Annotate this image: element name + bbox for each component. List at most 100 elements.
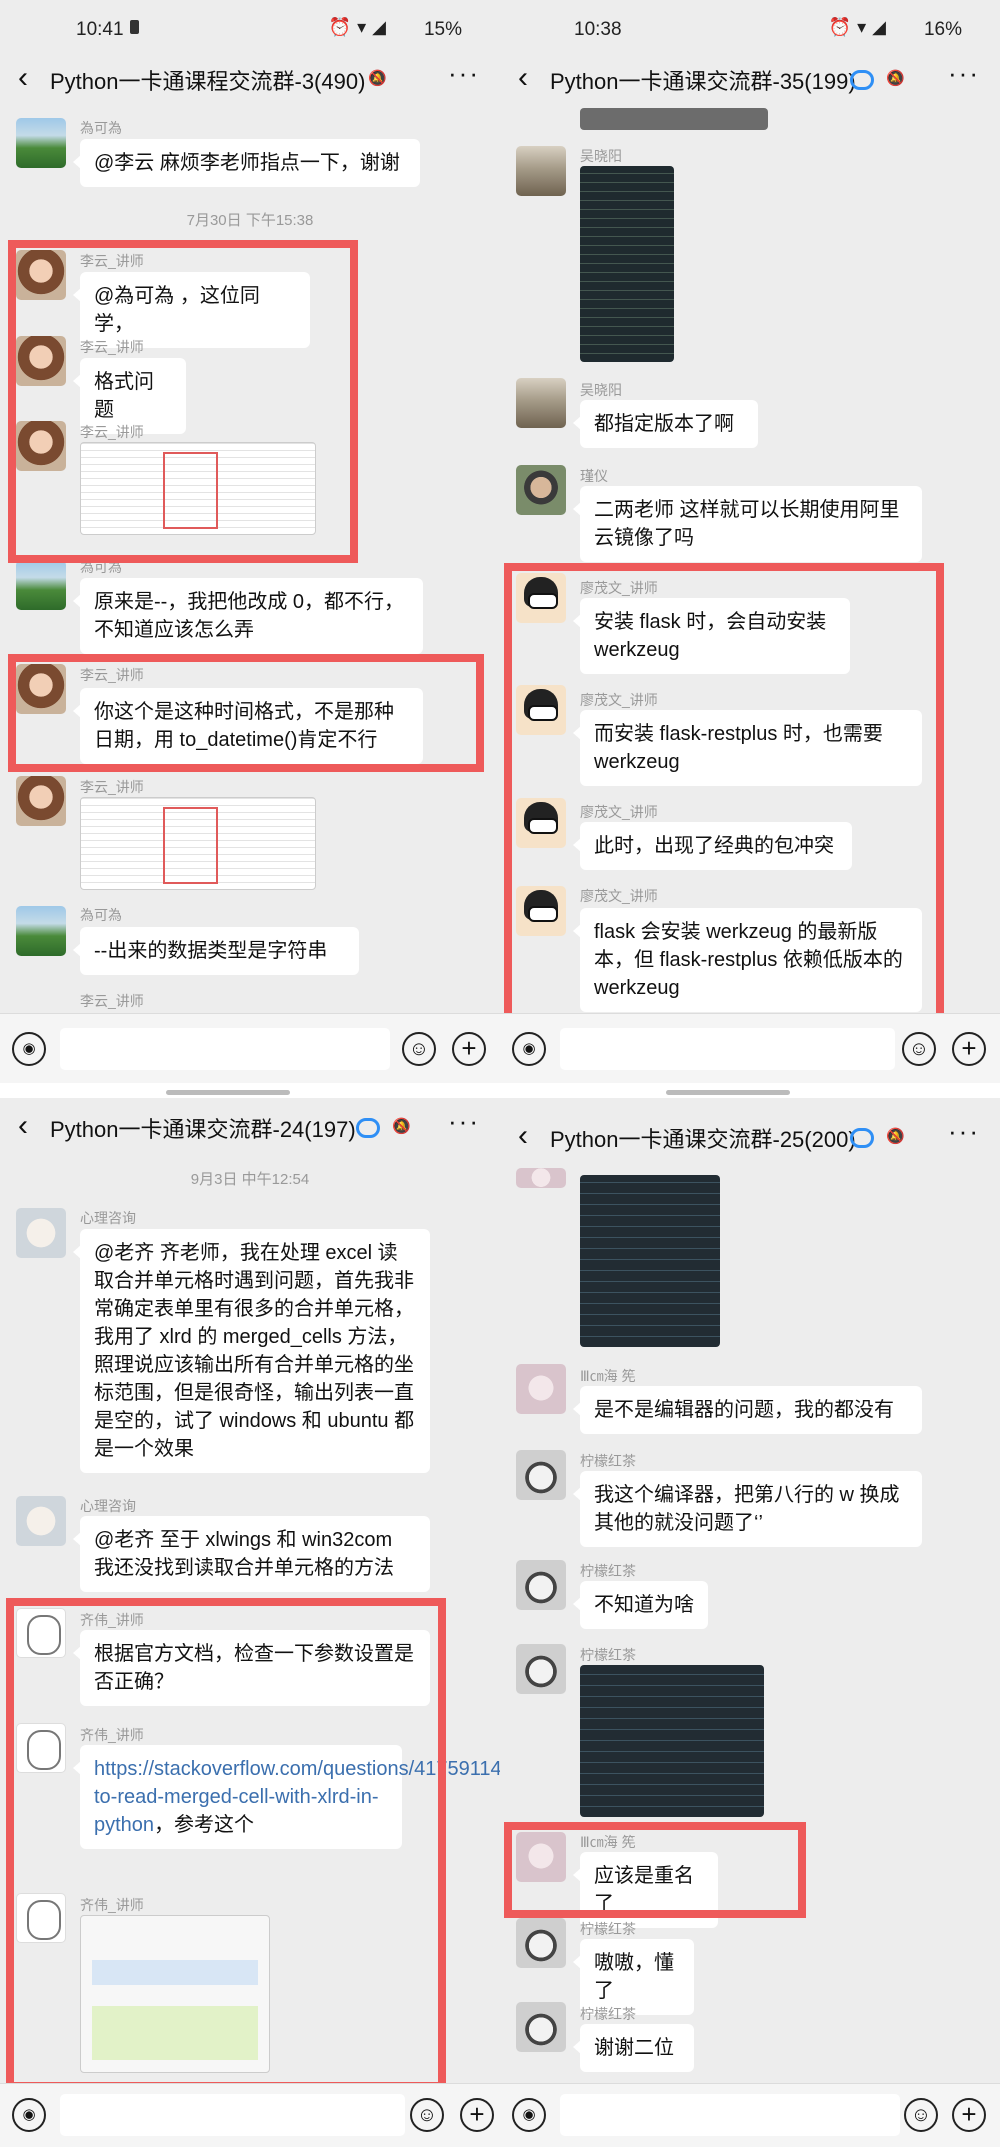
mute-bell-icon: 🔕	[392, 1118, 411, 1135]
avatar[interactable]	[16, 1496, 66, 1546]
message-bubble[interactable]: @老齐 至于 xlwings 和 win32com 我还没找到读取合并单元格的方…	[73, 1516, 430, 1592]
avatar[interactable]	[516, 1644, 566, 1694]
back-arrow-icon[interactable]: ‹	[18, 63, 28, 93]
avatar[interactable]	[516, 1918, 566, 1968]
avatar[interactable]	[516, 798, 566, 848]
voice-icon[interactable]: ◉	[512, 1032, 546, 1066]
avatar[interactable]	[16, 421, 66, 471]
image-thumbnail[interactable]	[580, 108, 768, 130]
message-bubble[interactable]: --出来的数据类型是字符串	[73, 927, 359, 975]
avatar[interactable]	[16, 664, 66, 714]
image-thumbnail[interactable]	[580, 1665, 764, 1817]
image-thumbnail[interactable]	[80, 1915, 270, 2073]
image-thumbnail[interactable]	[580, 1175, 720, 1347]
message-input[interactable]	[560, 2094, 900, 2136]
sender-name: 齐伟_讲师	[80, 1612, 144, 1628]
avatar[interactable]	[16, 560, 66, 610]
chat-title: Python一卡通课交流群-35(199)	[550, 69, 856, 94]
clock: 10:38	[574, 19, 622, 40]
avatar[interactable]	[516, 1832, 566, 1882]
avatar[interactable]	[516, 685, 566, 735]
plus-icon[interactable]: +	[952, 2098, 986, 2132]
avatar[interactable]	[16, 336, 66, 386]
message-bubble[interactable]: 根据官方文档，检查一下参数设置是否正确？	[73, 1630, 430, 1706]
avatar[interactable]	[516, 146, 566, 196]
message-bubble[interactable]: 应该是重名了	[573, 1852, 718, 1928]
avatar[interactable]	[16, 250, 66, 300]
message-bubble[interactable]: 安装 flask 时，会自动安装 werkzeug	[573, 598, 850, 674]
sender-name: 柠檬红茶	[580, 2006, 636, 2022]
time-separator: 9月3日 中午12:54	[190, 1171, 310, 1188]
message-input[interactable]	[60, 2094, 405, 2136]
chat-panel-python-25: ‹ Python一卡通课交流群-25(200) 🔕 ··· Ⅲ㎝海 筅 是不是编…	[500, 1098, 1000, 2147]
message-bubble[interactable]: https://stackoverflow.com/questions/4175…	[73, 1745, 500, 1849]
message-bubble[interactable]: 你这个是这种时间格式，不是那种日期，用 to_datetime()肯定不行	[73, 688, 423, 764]
avatar[interactable]	[16, 1208, 66, 1258]
emoji-icon[interactable]: ☺	[904, 2098, 938, 2132]
avatar[interactable]	[516, 1168, 566, 1188]
emoji-icon[interactable]: ☺	[402, 1032, 436, 1066]
message-bubble[interactable]: @李云 麻烦李老师指点一下，谢谢	[73, 139, 420, 187]
avatar[interactable]	[516, 1364, 566, 1414]
message-bubble[interactable]: 是不是编辑器的问题，我的都没有	[573, 1386, 922, 1434]
back-arrow-icon[interactable]: ‹	[518, 1121, 528, 1151]
message-bubble[interactable]: 都指定版本了啊	[573, 400, 758, 448]
group-chat-icon	[356, 1118, 380, 1138]
mute-bell-icon: 🔕	[886, 1128, 905, 1145]
avatar[interactable]	[516, 1560, 566, 1610]
more-dots-icon[interactable]: ···	[948, 1116, 980, 1147]
avatar[interactable]	[16, 906, 66, 956]
plus-icon[interactable]: +	[460, 2098, 494, 2132]
sender-name: 廖茂文_讲师	[580, 804, 658, 820]
sender-name: 心理咨询	[80, 1498, 136, 1514]
message-bubble[interactable]: flask 会安装 werkzeug 的最新版本，但 flask-restplu…	[573, 908, 922, 1012]
image-thumbnail[interactable]	[80, 442, 316, 535]
sender-name: 李云_讲师	[80, 779, 144, 795]
more-dots-icon[interactable]: ···	[448, 58, 480, 89]
plus-icon[interactable]: +	[452, 1032, 486, 1066]
sender-name: 為可為	[80, 907, 122, 923]
emoji-icon[interactable]: ☺	[410, 2098, 444, 2132]
voice-icon[interactable]: ◉	[12, 1032, 46, 1066]
sender-name: 吴晓阳	[580, 148, 622, 164]
message-bubble[interactable]: 我这个编译器，把第八行的 w 换成其他的就没问题了‘’	[573, 1471, 922, 1547]
message-bubble[interactable]: 不知道为啥	[573, 1581, 708, 1629]
avatar[interactable]	[16, 1608, 66, 1658]
avatar[interactable]	[516, 2002, 566, 2052]
message-input[interactable]	[60, 1028, 390, 1070]
sender-name: 李云_讲师	[80, 993, 144, 1009]
more-dots-icon[interactable]: ···	[448, 1106, 480, 1137]
sender-name: 廖茂文_讲师	[580, 692, 658, 708]
avatar[interactable]	[16, 776, 66, 826]
back-arrow-icon[interactable]: ‹	[18, 1111, 28, 1141]
chat-panel-python-35: 10:38 ⏰▾◢ 16% ‹ Python一卡通课交流群-35(199) 🔕 …	[500, 0, 1000, 1083]
chat-title: Python一卡通课交流群-25(200)	[550, 1127, 856, 1152]
avatar[interactable]	[16, 118, 66, 168]
message-input[interactable]	[560, 1028, 895, 1070]
avatar[interactable]	[516, 1450, 566, 1500]
voice-icon[interactable]: ◉	[12, 2098, 46, 2132]
message-bubble[interactable]: 谢谢二位	[573, 2024, 694, 2072]
sender-name: 廖茂文_讲师	[580, 580, 658, 596]
alarm-wifi-signal-icons: ⏰▾◢	[328, 17, 392, 37]
back-arrow-icon[interactable]: ‹	[518, 63, 528, 93]
avatar[interactable]	[16, 1723, 66, 1773]
message-bubble[interactable]: 而安装 flask-restplus 时，也需要 werkzeug	[573, 710, 922, 786]
avatar[interactable]	[516, 573, 566, 623]
image-thumbnail[interactable]	[580, 166, 674, 362]
avatar[interactable]	[16, 1893, 66, 1943]
avatar[interactable]	[516, 886, 566, 936]
avatar[interactable]	[516, 465, 566, 515]
avatar[interactable]	[516, 378, 566, 428]
more-dots-icon[interactable]: ···	[948, 58, 980, 89]
message-bubble[interactable]: @老齐 齐老师，我在处理 excel 读取合并单元格时遇到问题，首先我非常确定表…	[73, 1229, 430, 1473]
mute-bell-icon: 🔕	[368, 70, 387, 87]
message-bubble[interactable]: 原来是--，我把他改成 0，都不行，不知道应该怎么弄	[73, 578, 423, 654]
image-thumbnail[interactable]	[80, 797, 316, 890]
plus-icon[interactable]: +	[952, 1032, 986, 1066]
emoji-icon[interactable]: ☺	[902, 1032, 936, 1066]
voice-icon[interactable]: ◉	[512, 2098, 546, 2132]
message-bubble[interactable]: 此时，出现了经典的包冲突	[573, 822, 852, 870]
message-bubble[interactable]: 二两老师 这样就可以长期使用阿里云镜像了吗	[573, 486, 922, 562]
sender-name: 柠檬红茶	[580, 1453, 636, 1469]
